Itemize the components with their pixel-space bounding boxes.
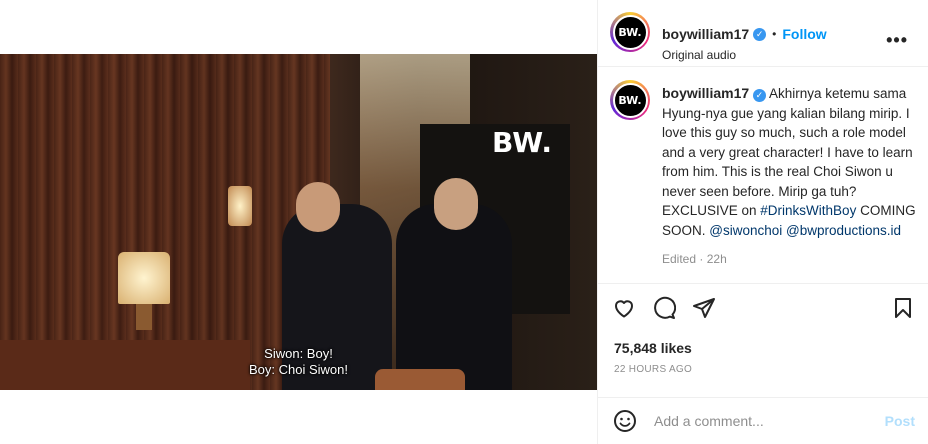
wall-sconce bbox=[228, 186, 252, 226]
action-bar bbox=[610, 294, 917, 324]
post-comment-button[interactable]: Post bbox=[885, 413, 915, 429]
bookmark-icon bbox=[895, 298, 911, 318]
comment-form: Post bbox=[598, 398, 928, 444]
post-panel: BW. boywilliam17 ✓ • Follow Original aud… bbox=[597, 0, 928, 444]
smiley-icon bbox=[614, 410, 636, 432]
caption-avatar[interactable]: BW. bbox=[610, 80, 650, 120]
post-timestamp[interactable]: 22 HOURS AGO bbox=[614, 364, 692, 375]
mention-link[interactable]: @siwonchoi bbox=[709, 223, 782, 238]
share-button[interactable] bbox=[690, 294, 718, 322]
mention-link[interactable]: @bwproductions.id bbox=[786, 223, 901, 238]
avatar[interactable]: BW. bbox=[610, 12, 650, 52]
heart-icon bbox=[615, 300, 633, 318]
edited-label: Edited bbox=[662, 252, 697, 266]
likes-count[interactable]: 75,848 likes bbox=[614, 340, 692, 356]
comment-input[interactable] bbox=[654, 410, 874, 432]
subtitle-line-1: Siwon: Boy! bbox=[264, 346, 333, 361]
separator-dot: • bbox=[772, 27, 777, 41]
divider bbox=[598, 66, 928, 67]
original-audio-link[interactable]: Original audio bbox=[662, 48, 736, 62]
person-right-head bbox=[434, 178, 478, 230]
subtitle-line-2: Boy: Choi Siwon! bbox=[249, 362, 348, 377]
save-button[interactable] bbox=[889, 294, 917, 322]
comment-button[interactable] bbox=[650, 294, 678, 322]
caption-text: boywilliam17 ✓ Akhirnya ketemu sama Hyun… bbox=[662, 84, 920, 240]
verified-badge-icon: ✓ bbox=[752, 89, 766, 103]
video-player[interactable]: BW. Siwon: Boy! Boy: Choi Siwon! bbox=[0, 54, 597, 390]
person-left-head bbox=[296, 182, 340, 232]
table-lamp-base bbox=[136, 304, 152, 330]
divider bbox=[598, 283, 928, 284]
meta-separator: · bbox=[699, 252, 704, 266]
header-user-line: boywilliam17 ✓ • Follow bbox=[662, 26, 827, 42]
caption-body: Akhirnya ketemu sama Hyung-nya gue yang … bbox=[662, 86, 913, 218]
like-button[interactable] bbox=[610, 294, 638, 322]
avatar-logo: BW. bbox=[612, 82, 648, 118]
emoji-button[interactable] bbox=[613, 409, 637, 438]
watermark-logo: BW. bbox=[492, 126, 553, 159]
post-header: BW. boywilliam17 ✓ • Follow Original aud… bbox=[610, 12, 920, 62]
follow-button[interactable]: Follow bbox=[782, 26, 826, 42]
verified-badge-icon: ✓ bbox=[753, 27, 767, 41]
caption-meta: Edited · 22h bbox=[662, 252, 727, 266]
more-options-icon[interactable]: ••• bbox=[886, 30, 908, 51]
username-link[interactable]: boywilliam17 bbox=[662, 26, 749, 42]
media-area: BW. Siwon: Boy! Boy: Choi Siwon! bbox=[0, 0, 597, 444]
caption-age[interactable]: 22h bbox=[707, 252, 727, 266]
hashtag-link[interactable]: #DrinksWithBoy bbox=[760, 203, 856, 218]
caption-username-link[interactable]: boywilliam17 bbox=[662, 85, 749, 101]
comment-icon bbox=[654, 296, 676, 319]
table-lamp bbox=[118, 252, 170, 304]
paper-plane-icon bbox=[693, 298, 715, 318]
avatar-logo: BW. bbox=[612, 14, 648, 50]
